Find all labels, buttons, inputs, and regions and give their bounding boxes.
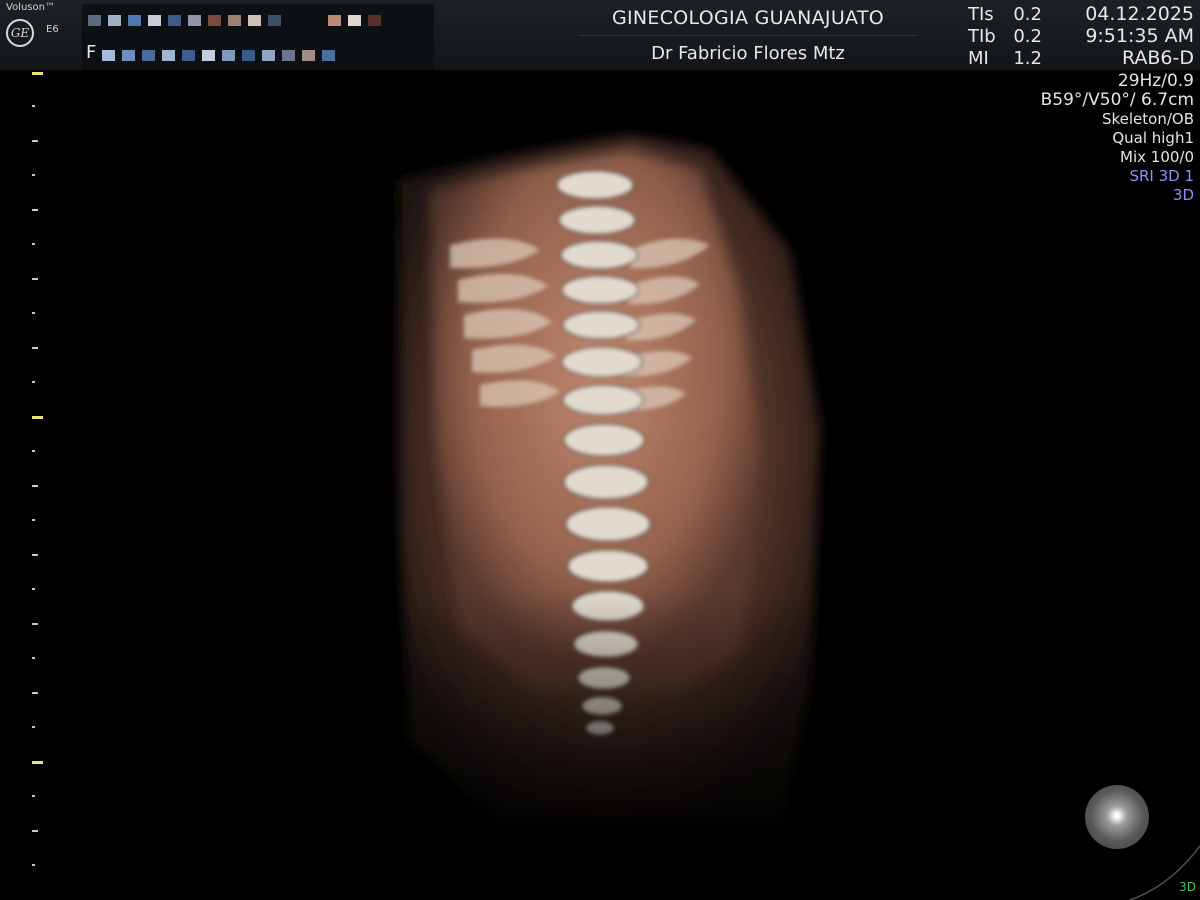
redaction-block	[248, 15, 261, 26]
param-value: 0.2	[1013, 4, 1042, 25]
redaction-block	[328, 15, 341, 26]
param-label: TIs	[968, 4, 994, 25]
redaction-block	[122, 50, 135, 61]
model-label: E6	[46, 24, 59, 35]
ge-logo-icon: GE	[6, 19, 34, 47]
redaction-block	[128, 15, 141, 26]
scale-tick	[32, 554, 38, 556]
param-value: 0.2	[1013, 26, 1042, 47]
scale-tick	[32, 588, 35, 590]
scale-tick	[32, 830, 38, 832]
scale-tick	[32, 795, 35, 797]
redaction-block	[268, 15, 281, 26]
redaction-block	[188, 15, 201, 26]
scale-tick	[32, 243, 35, 245]
scale-tick	[32, 174, 35, 176]
patient-id-redacted	[102, 50, 335, 61]
fetal-spine-render	[380, 135, 850, 830]
redaction-block	[102, 50, 115, 61]
depth-scale	[28, 70, 48, 900]
scale-tick	[32, 105, 35, 107]
sri-setting: SRI 3D 1	[1129, 167, 1194, 185]
scale-tick	[32, 209, 38, 211]
safety-indices: TIs 0.2 TIb 0.2 MI 1.2	[968, 4, 1042, 70]
brand-block: Voluson™ GE E6	[0, 0, 80, 70]
exam-date: 04.12.2025	[1085, 3, 1194, 25]
scale-tick-major	[32, 761, 43, 764]
scale-tick	[32, 692, 38, 694]
redaction-block	[142, 50, 155, 61]
scale-tick	[32, 519, 35, 521]
render-mode: 3D	[1172, 186, 1194, 204]
redaction-block	[348, 15, 361, 26]
redaction-block	[162, 50, 175, 61]
datetime-block: 04.12.2025 9:51:35 AM RAB6-D	[1085, 3, 1194, 69]
scale-tick-major	[32, 416, 43, 419]
mix-setting: Mix 100/0	[1120, 148, 1194, 166]
redaction-block	[148, 15, 161, 26]
redaction-block	[368, 15, 381, 26]
redaction-block	[228, 15, 241, 26]
brand-name: Voluson™	[6, 2, 55, 13]
redaction-block	[242, 50, 255, 61]
param-label: MI	[968, 48, 989, 69]
param-value: 1.2	[1013, 48, 1042, 69]
scale-tick	[32, 657, 35, 659]
redaction-block	[302, 50, 315, 61]
param-tis: TIs 0.2	[968, 4, 1042, 26]
doctor-name: Dr Fabricio Flores Mtz	[651, 43, 845, 64]
volume-angles: B59°/V50°/ 6.7cm	[1040, 90, 1194, 110]
scale-tick	[32, 485, 38, 487]
patient-info-redacted: F	[82, 4, 434, 70]
redaction-gap	[308, 15, 321, 26]
redaction-block	[222, 50, 235, 61]
param-mi: MI 1.2	[968, 48, 1042, 70]
3d-render-view[interactable]	[380, 130, 850, 830]
redaction-block	[168, 15, 181, 26]
scale-tick-major	[32, 72, 43, 75]
param-label: TIb	[968, 26, 996, 47]
scale-tick	[32, 381, 35, 383]
acquisition-info: 29Hz/0.9 B59°/V50°/ 6.7cm Skeleton/OB Qu…	[1041, 72, 1194, 205]
redaction-block	[88, 15, 101, 26]
exam-time: 9:51:35 AM	[1085, 25, 1194, 47]
redaction-block	[322, 50, 335, 61]
redaction-block	[108, 15, 121, 26]
probe-name: RAB6-D	[1121, 47, 1194, 69]
patient-name-redacted	[88, 15, 381, 26]
scale-tick	[32, 450, 35, 452]
scale-tick	[32, 347, 38, 349]
redaction-gap	[288, 15, 301, 26]
preset-name: Skeleton/OB	[1101, 110, 1194, 128]
redaction-block	[182, 50, 195, 61]
scale-tick	[32, 312, 35, 314]
scale-tick	[32, 726, 35, 728]
scale-tick	[32, 864, 35, 866]
scale-tick	[32, 278, 38, 280]
redaction-block	[262, 50, 275, 61]
scale-tick	[32, 140, 38, 142]
clinic-name: GINECOLOGIA GUANAJUATO	[611, 7, 885, 29]
status-header: Voluson™ GE E6 F GINECOLOGIA GUANAJUATO …	[0, 0, 1200, 70]
redaction-block	[202, 50, 215, 61]
clinic-divider	[578, 35, 918, 36]
param-tib: TIb 0.2	[968, 26, 1042, 48]
patient-id-initial: F	[86, 42, 97, 63]
redaction-block	[282, 50, 295, 61]
quality-setting: Qual high1	[1112, 129, 1194, 147]
redaction-block	[208, 15, 221, 26]
scale-tick	[32, 623, 38, 625]
view-mode-indicator: 3D	[1179, 880, 1196, 894]
frame-rate: 29Hz/0.9	[1117, 71, 1194, 91]
